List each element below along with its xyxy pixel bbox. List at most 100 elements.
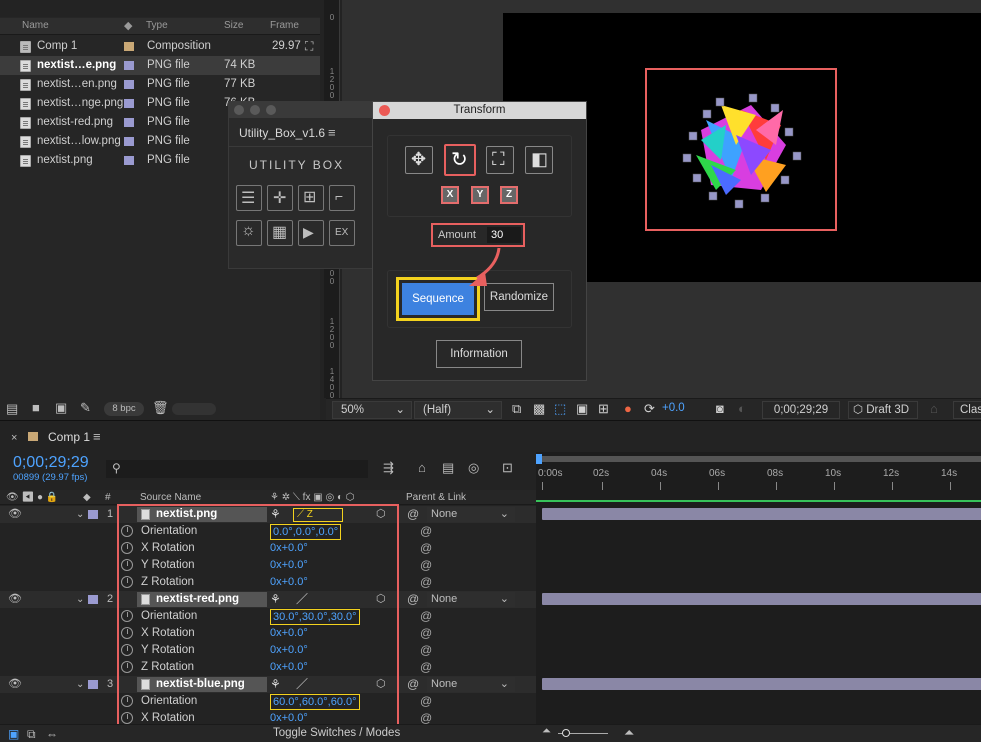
grid-icon[interactable]: ⊞ <box>598 401 609 417</box>
chevron-down-icon[interactable]: ⌄ <box>76 506 84 523</box>
opacity-tool-button[interactable]: ◧ <box>525 146 553 174</box>
pickwhip-icon[interactable]: @ <box>407 591 419 608</box>
col-size[interactable]: Size <box>224 20 243 31</box>
eye-icon[interactable]: 👁 <box>8 676 22 693</box>
layer-duration-bar[interactable] <box>542 678 981 690</box>
flowchart-icon[interactable]: ⛶ <box>305 37 313 56</box>
axis-z-button[interactable]: Z <box>500 186 518 204</box>
pickwhip-icon[interactable]: @ <box>420 659 432 676</box>
rotation-tool-button[interactable]: ↻ <box>444 144 476 176</box>
grid-layout-icon[interactable]: ⊞ <box>298 185 324 211</box>
zoom-dropdown[interactable]: 50% ⌄ <box>332 401 412 419</box>
new-folder-icon[interactable]: ■ <box>32 400 40 415</box>
arrange-icon[interactable]: ▦ <box>267 220 293 246</box>
align-icon[interactable]: ☰ <box>236 185 262 211</box>
draft-3d-icon[interactable]: ⌂ <box>418 460 426 475</box>
amount-input[interactable]: 30 <box>487 227 521 243</box>
trim-icon[interactable]: ⌐ <box>329 185 355 211</box>
close-tab-icon[interactable]: × <box>11 432 17 444</box>
toggle-switches-modes[interactable]: Toggle Switches / Modes <box>273 727 400 739</box>
snapshot-icon[interactable]: ◙ <box>716 401 724 416</box>
pickwhip-icon[interactable]: @ <box>420 608 432 625</box>
frame-blending-icon[interactable]: ◎ <box>468 460 479 476</box>
chevron-down-icon[interactable]: ⌄ <box>76 591 84 608</box>
eye-icon[interactable]: 👁 <box>8 591 22 608</box>
region-icon[interactable]: ▣ <box>576 401 588 417</box>
graph-editor-icon[interactable]: ⊡ <box>502 460 513 476</box>
expand-layer-icon[interactable]: ▣ <box>8 727 19 741</box>
col-source-name[interactable]: Source Name <box>140 490 201 505</box>
eye-icon[interactable]: 👁 <box>8 506 22 523</box>
pickwhip-icon[interactable]: @ <box>420 557 432 574</box>
ex-button[interactable]: EX <box>329 220 355 246</box>
timeline-tab-title[interactable]: Comp 1 <box>48 430 90 444</box>
mask-visibility-icon[interactable]: ⬚ <box>554 401 566 417</box>
pickwhip-icon[interactable]: @ <box>420 540 432 557</box>
comp-mini-flowchart-icon[interactable]: ⇶ <box>383 460 394 476</box>
scale-tool-button[interactable]: ⛶ <box>486 146 514 174</box>
minimize-icon[interactable] <box>250 105 260 115</box>
axis-x-button[interactable]: X <box>441 186 459 204</box>
zoom-slider-handle[interactable] <box>562 729 570 737</box>
color-channels-icon[interactable]: ● <box>624 401 632 416</box>
exposure-value[interactable]: +0.0 <box>662 402 685 414</box>
col-type[interactable]: Type <box>146 20 168 31</box>
camera-icon[interactable]: ▶ <box>298 220 324 246</box>
shy-layers-icon[interactable]: ▤ <box>442 460 454 476</box>
view-layout-dropdown[interactable]: Clas <box>953 401 981 419</box>
interpret-footage-icon[interactable]: ▤ <box>6 401 18 417</box>
time-ruler[interactable]: 0:00s 02s 04s 06s 08s 10s 12s 14s <box>536 464 981 490</box>
resolution-dropdown[interactable]: (Half) ⌄ <box>414 401 502 419</box>
bpc-button[interactable]: 8 bpc <box>104 402 144 416</box>
pickwhip-icon[interactable]: @ <box>420 523 432 540</box>
project-scrollbar[interactable] <box>172 403 216 415</box>
new-comp-icon[interactable]: ▣ <box>55 400 67 416</box>
flowchart-icon[interactable]: ✎ <box>80 400 91 416</box>
layer-duration-bar[interactable] <box>542 508 981 520</box>
work-area-start-handle[interactable] <box>536 454 542 464</box>
project-item[interactable]: Comp 1 Composition 29.97 ⛶ <box>0 37 320 56</box>
trash-icon[interactable]: 🗑 <box>152 400 169 416</box>
zoom-icon[interactable] <box>266 105 276 115</box>
current-timecode[interactable]: 0;00;29;29 <box>13 454 89 472</box>
col-name[interactable]: Name <box>22 20 49 31</box>
pickwhip-icon[interactable]: @ <box>420 625 432 642</box>
hamburger-menu-icon[interactable]: ≡ <box>328 125 336 140</box>
col-frame[interactable]: Frame <box>270 20 299 31</box>
chevron-down-icon[interactable]: ⌄ <box>76 676 84 693</box>
axis-y-button[interactable]: Y <box>471 186 489 204</box>
project-search[interactable] <box>0 0 320 17</box>
renderer-button[interactable]: ⬡ Draft 3D <box>848 401 918 419</box>
light-icon[interactable]: ☼ <box>236 220 262 246</box>
utility-box-titlebar[interactable] <box>229 102 373 118</box>
pickwhip-icon[interactable]: @ <box>420 574 432 591</box>
work-area-bar[interactable] <box>536 454 981 464</box>
anchor-point-icon[interactable]: ✛ <box>267 185 293 211</box>
information-button[interactable]: Information <box>436 340 522 368</box>
layer-search-input[interactable]: ⚲ <box>106 460 368 478</box>
parent-dropdown[interactable]: None ⌄ <box>427 677 515 692</box>
position-tool-button[interactable]: ✥ <box>405 146 433 174</box>
layer-duration-bar[interactable] <box>542 593 981 605</box>
pickwhip-icon[interactable]: @ <box>407 676 419 693</box>
exposure-reset-icon[interactable]: ⟳ <box>644 401 655 417</box>
zoom-in-icon[interactable]: ⏶ <box>624 725 634 741</box>
project-item[interactable]: nextist…en.png PNG file 77 KB <box>0 75 320 94</box>
transform-titlebar[interactable]: Transform <box>373 102 586 119</box>
zoom-out-icon[interactable]: ⏶ <box>542 725 551 738</box>
fast-preview-icon[interactable]: ⧉ <box>512 401 521 417</box>
hamburger-menu-icon[interactable]: ≡ <box>93 429 101 444</box>
parent-dropdown[interactable]: None ⌄ <box>427 507 515 522</box>
project-item[interactable]: nextist…e.png PNG file 74 KB <box>0 56 320 75</box>
expand-transfer-icon[interactable]: ⧉ <box>27 727 36 742</box>
pickwhip-icon[interactable]: @ <box>420 642 432 659</box>
close-icon[interactable] <box>234 105 244 115</box>
show-snapshot-icon[interactable]: ◐ <box>738 401 746 416</box>
close-icon[interactable] <box>379 105 390 116</box>
pickwhip-icon[interactable]: @ <box>407 506 419 523</box>
pickwhip-icon[interactable]: @ <box>420 693 432 710</box>
viewer-timecode[interactable]: 0;00;29;29 <box>762 401 840 419</box>
transparency-grid-icon[interactable]: ▩ <box>533 401 545 417</box>
3d-ground-icon[interactable]: ⌂ <box>930 401 938 416</box>
sequence-button[interactable]: Sequence <box>402 283 474 315</box>
